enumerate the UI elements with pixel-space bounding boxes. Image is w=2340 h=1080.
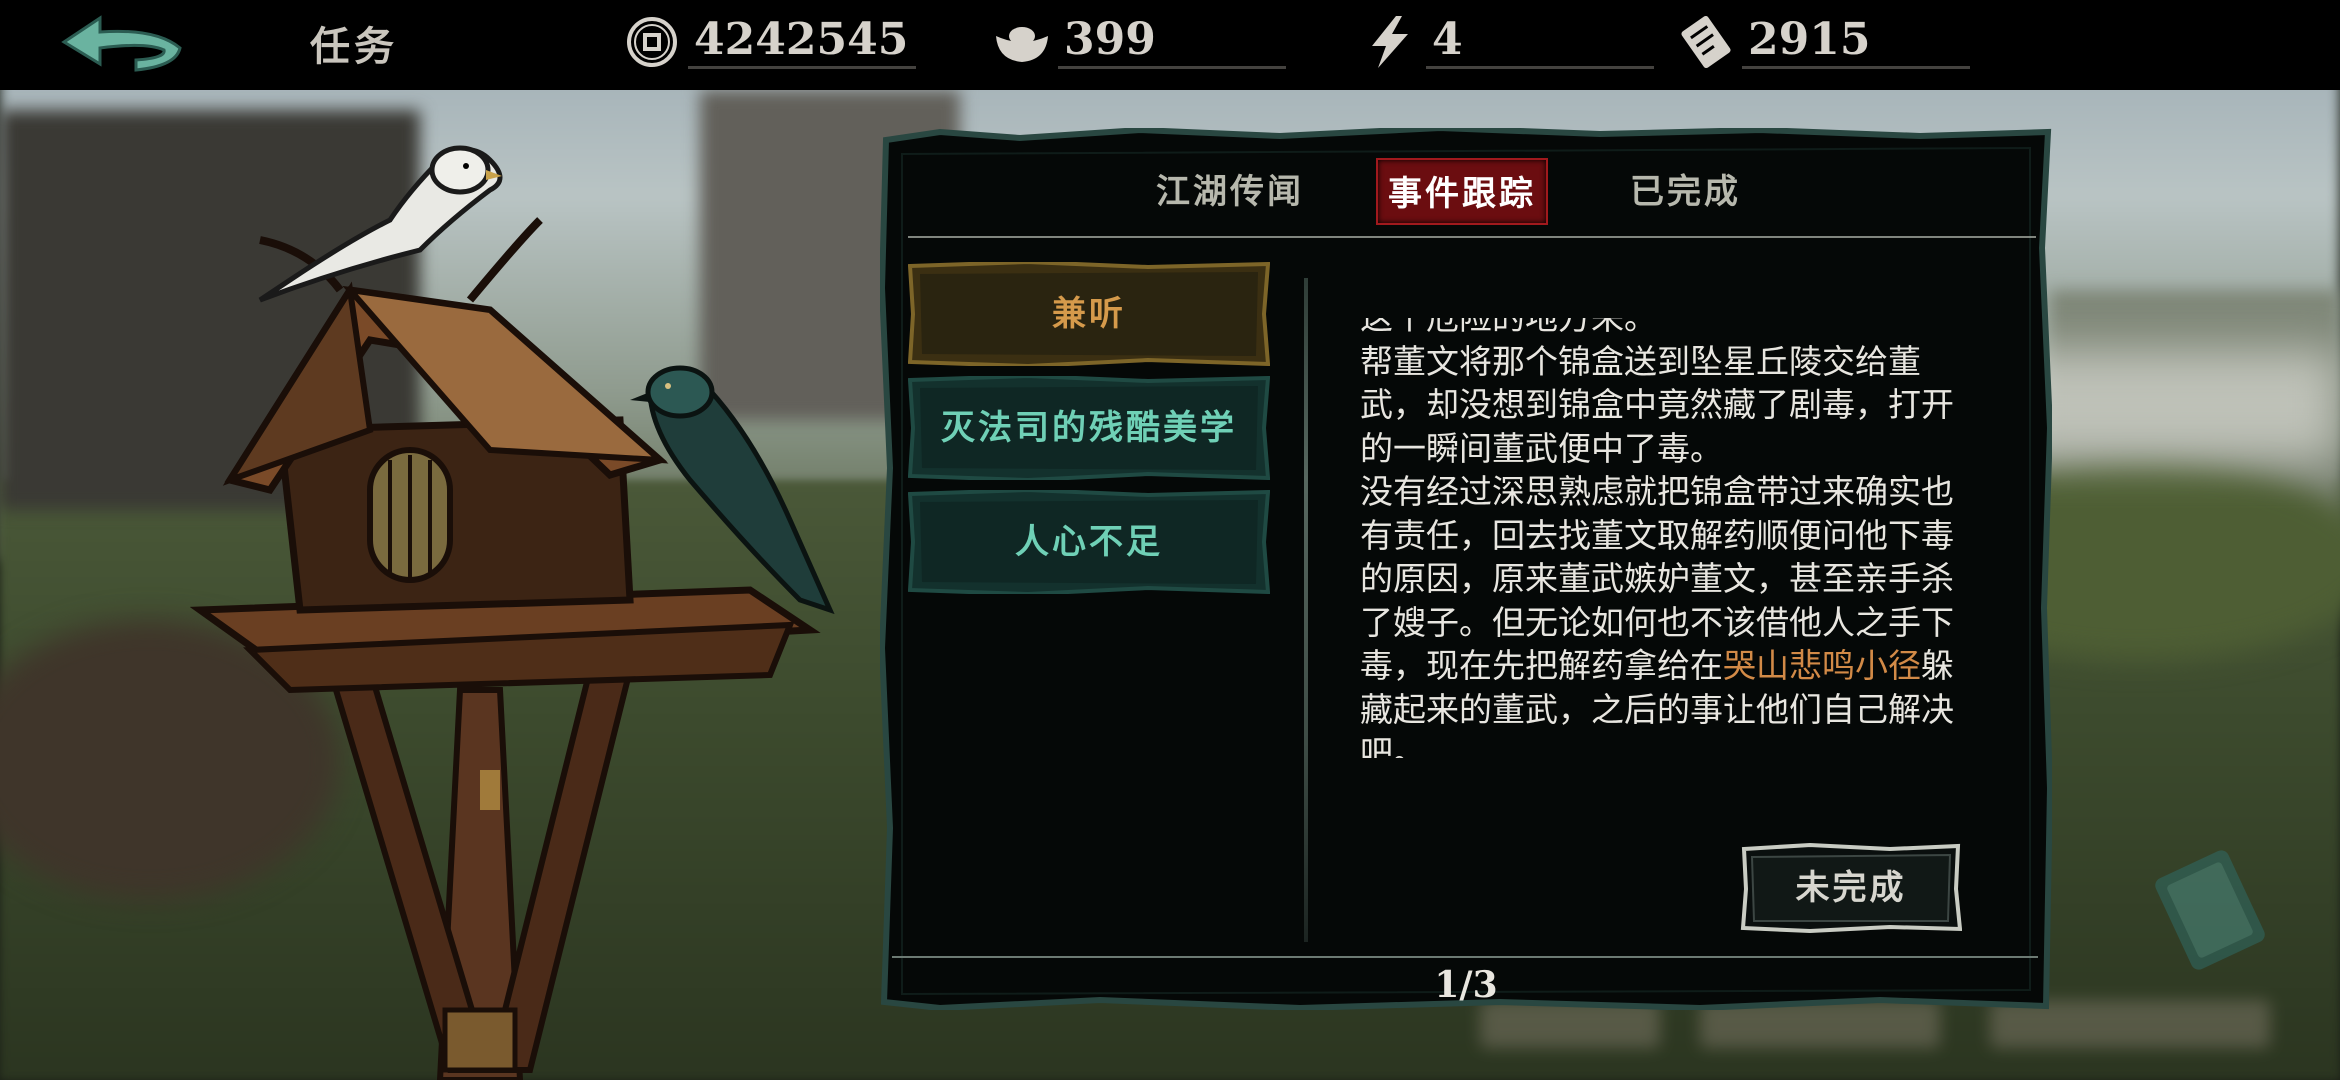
location-link: 哭山悲鸣小径 bbox=[1723, 646, 1921, 685]
tab-completed[interactable]: 已完成 bbox=[1630, 164, 1741, 213]
quest-list: 兼听 灭法司的残酷美学 人心不足 bbox=[908, 262, 1270, 604]
post bbox=[325, 667, 634, 1080]
silver-underline bbox=[1058, 66, 1286, 69]
dark-bird bbox=[630, 365, 835, 615]
ticket-underline bbox=[1742, 66, 1970, 69]
silver-value: 399 bbox=[1064, 14, 1156, 65]
scene-map-item bbox=[2155, 850, 2265, 970]
quest-item-2[interactable]: 灭法司的残酷美学 bbox=[908, 376, 1270, 480]
coin-underline bbox=[688, 66, 916, 69]
page-title: 任务 bbox=[310, 23, 398, 70]
tab-bar: 江湖传闻 事件跟踪 已完成 bbox=[880, 158, 2052, 228]
page-indicator: 1/3 bbox=[1434, 964, 1498, 1006]
quest-panel: 江湖传闻 事件跟踪 已完成 兼听 灭法司的残酷美学 人心不足 帮董文将那个锦盒送… bbox=[880, 128, 2052, 1010]
back-arrow-icon[interactable] bbox=[56, 14, 188, 78]
tab-divider bbox=[908, 236, 2036, 238]
white-dove bbox=[258, 145, 503, 303]
copper-coin-icon bbox=[627, 17, 677, 67]
quest-item-label: 人心不足 bbox=[1015, 522, 1163, 562]
silver-ingot-icon bbox=[996, 27, 1048, 62]
tab-event-tracking[interactable]: 事件跟踪 bbox=[1376, 158, 1548, 225]
top-bar: 任务 4242545 399 4 2915 bbox=[0, 0, 2340, 90]
lightning-icon bbox=[1372, 16, 1408, 68]
status-button[interactable]: 未完成 bbox=[1740, 842, 1963, 934]
description-paragraph-2: 没有经过深思熟虑就把锦盒带过来确实也有责任，回去找董文取解药顺便问他下毒的原因，… bbox=[1360, 470, 1960, 758]
quest-description[interactable]: 这个危险的地方来。 帮董文将那个锦盒送到坠星丘陵交给董武，却没想到锦盒中竟然藏了… bbox=[1360, 318, 1960, 758]
ticket-value: 2915 bbox=[1748, 14, 1871, 65]
description-paragraph-1: 帮董文将那个锦盒送到坠星丘陵交给董武，却没想到锦盒中竟然藏了剧毒，打开的一瞬间董… bbox=[1360, 341, 1954, 468]
pigeon-house-illustration bbox=[190, 145, 835, 1080]
ticket-icon bbox=[1681, 15, 1731, 69]
quest-item-label: 兼听 bbox=[1052, 294, 1126, 334]
quest-item-3[interactable]: 人心不足 bbox=[908, 490, 1270, 594]
energy-value: 4 bbox=[1432, 14, 1463, 65]
status-button-label: 未完成 bbox=[1795, 868, 1907, 908]
description-partial-line: 这个危险的地方来。 bbox=[1360, 318, 1960, 340]
quest-item-1[interactable]: 兼听 bbox=[908, 262, 1270, 366]
bottom-divider bbox=[892, 956, 2038, 958]
coin-value: 4242545 bbox=[694, 14, 909, 65]
vertical-divider bbox=[1304, 278, 1308, 942]
energy-underline bbox=[1426, 66, 1654, 69]
quest-item-label: 灭法司的残酷美学 bbox=[941, 408, 1237, 448]
tab-rumors[interactable]: 江湖传闻 bbox=[1156, 164, 1304, 213]
